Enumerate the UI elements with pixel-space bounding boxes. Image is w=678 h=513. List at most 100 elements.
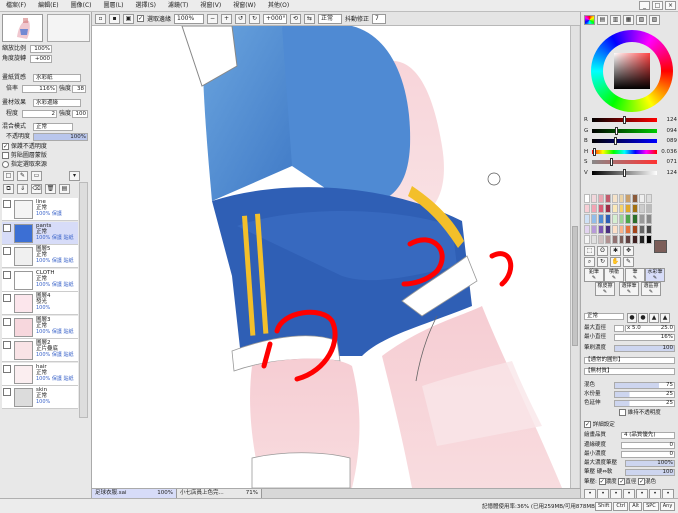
eye-icon[interactable] bbox=[3, 247, 11, 255]
swatch[interactable] bbox=[597, 224, 604, 234]
swatch[interactable] bbox=[618, 234, 625, 244]
rotate-tool-icon[interactable]: ↻ bbox=[597, 257, 608, 267]
opt-selection-source[interactable]: 指定選取來源 bbox=[2, 160, 47, 169]
layer-row[interactable]: 圖層4 發光 100% bbox=[2, 292, 78, 315]
zoom-tool-icon[interactable]: ⌕ bbox=[584, 257, 595, 267]
swatch[interactable] bbox=[590, 194, 597, 204]
nav-zoom-value[interactable]: 100% bbox=[30, 45, 52, 53]
tool-6[interactable]: 選區擦 ✎ bbox=[641, 282, 661, 296]
menu-item-3[interactable]: 圖層(L) bbox=[98, 0, 130, 12]
color-swatches[interactable] bbox=[584, 194, 652, 244]
swatch[interactable] bbox=[625, 224, 632, 234]
navigator-preview[interactable] bbox=[2, 14, 43, 42]
color-slider-r[interactable]: R 124 bbox=[583, 116, 677, 124]
max-pressure-slider[interactable]: 100% bbox=[625, 460, 675, 467]
hsv-toggle[interactable]: ▥ bbox=[610, 15, 621, 25]
brush-shape-2[interactable]: ● bbox=[638, 313, 648, 323]
swatch[interactable] bbox=[646, 194, 652, 204]
sv-square[interactable] bbox=[614, 53, 650, 89]
eye-icon[interactable] bbox=[3, 200, 11, 208]
density-slider[interactable]: 100 bbox=[614, 345, 675, 352]
swatch[interactable] bbox=[604, 204, 611, 214]
max-size-lock[interactable] bbox=[614, 325, 624, 332]
slider-track[interactable] bbox=[592, 126, 657, 135]
rotate-right-button[interactable]: ↻ bbox=[249, 13, 261, 24]
detail-checkbox[interactable]: ✓ bbox=[584, 421, 591, 428]
swatch[interactable] bbox=[597, 234, 604, 244]
swatch[interactable] bbox=[632, 214, 639, 224]
layer-row[interactable]: pants 正常 100% 保護 貼紙 bbox=[2, 221, 78, 245]
min-size-slider[interactable]: 16% bbox=[614, 334, 675, 341]
eye-icon[interactable] bbox=[3, 270, 11, 279]
current-color-swatch[interactable] bbox=[654, 240, 667, 253]
document-tab[interactable]: 小七店員上色完... 71% bbox=[177, 489, 262, 498]
layer-row[interactable]: hair 正常 100% 保護 貼紙 bbox=[2, 362, 78, 386]
min-density-slider[interactable]: 0 bbox=[621, 451, 675, 458]
swatch[interactable] bbox=[639, 234, 646, 244]
eye-icon[interactable] bbox=[3, 364, 11, 373]
menu-item-5[interactable]: 濾鏡(T) bbox=[162, 0, 194, 12]
layer-row[interactable]: skin 正常 100% bbox=[2, 386, 78, 409]
tool-1[interactable]: 噴槍 ✎ bbox=[604, 268, 624, 282]
new-folder-button[interactable]: ▭ bbox=[31, 171, 42, 181]
swatch[interactable] bbox=[646, 234, 652, 244]
slider-thumb[interactable] bbox=[622, 116, 626, 124]
menu-item-7[interactable]: 視窗(W) bbox=[227, 0, 262, 12]
delete-layer-button[interactable]: 🗑 bbox=[45, 184, 56, 194]
eye-icon[interactable] bbox=[3, 341, 11, 349]
opt-protect-opacity[interactable]: ✓ 保護不透明度 bbox=[2, 142, 47, 151]
swatch[interactable] bbox=[618, 194, 625, 204]
move-tool-icon[interactable]: ✥ bbox=[623, 246, 634, 256]
brush-texture-select[interactable]: 【無材質】 bbox=[584, 368, 675, 375]
effect-degree-value[interactable]: 2 bbox=[22, 110, 57, 118]
slider-track[interactable] bbox=[592, 158, 657, 166]
swatch[interactable] bbox=[590, 204, 597, 214]
slider-thumb[interactable] bbox=[615, 126, 619, 135]
menu-item-6[interactable]: 視窗(V) bbox=[194, 0, 227, 12]
slider-track[interactable] bbox=[592, 147, 657, 156]
water-slider[interactable]: 25 bbox=[614, 391, 675, 398]
swatch[interactable] bbox=[639, 204, 646, 214]
tool-0[interactable]: 鉛筆 ✎ bbox=[584, 268, 604, 282]
stretch-slider[interactable]: 25 bbox=[614, 400, 675, 407]
swatch[interactable] bbox=[639, 224, 646, 234]
new-linework-button[interactable]: ✎ bbox=[17, 171, 28, 181]
slider-track[interactable] bbox=[592, 137, 657, 145]
slider-thumb[interactable] bbox=[593, 147, 597, 156]
swatch[interactable] bbox=[632, 224, 639, 234]
effect-strength-value[interactable]: 100 bbox=[72, 110, 88, 118]
swatch[interactable] bbox=[590, 234, 597, 244]
brush-shape-3[interactable]: ▲ bbox=[649, 313, 659, 323]
rgb-toggle[interactable]: ▤ bbox=[597, 15, 608, 25]
protect-opacity-checkbox[interactable]: ✓ bbox=[2, 143, 9, 150]
swatch[interactable] bbox=[584, 194, 590, 204]
select-all-button[interactable]: ▫ bbox=[95, 13, 106, 24]
menu-item-2[interactable]: 圖像(C) bbox=[65, 0, 98, 12]
tool-3[interactable]: 水彩筆 ✎ bbox=[645, 268, 665, 282]
layer-row[interactable]: 圖層3 正常 100% 保護 貼紙 bbox=[2, 315, 78, 339]
tool-5[interactable]: 選擇筆 ✎ bbox=[619, 282, 639, 296]
flip-button[interactable]: ⇆ bbox=[304, 13, 316, 24]
slider-thumb[interactable] bbox=[609, 158, 613, 166]
mixer-toggle[interactable]: ▧ bbox=[636, 15, 647, 25]
tool-2[interactable]: 筆 ✎ bbox=[625, 268, 645, 282]
pressure-density-checkbox[interactable]: ✓ bbox=[598, 478, 606, 485]
swatch[interactable] bbox=[611, 214, 618, 224]
paper-scale-value[interactable]: 116% bbox=[22, 85, 57, 93]
brush-shape-4[interactable]: ▲ bbox=[660, 313, 670, 323]
merge-down-button[interactable]: ⇓ bbox=[17, 184, 28, 194]
color-slider-v[interactable]: V 124 bbox=[583, 168, 677, 177]
brush-shape-select[interactable]: 【通常的圓形】 bbox=[584, 357, 675, 364]
scratchpad-toggle[interactable]: ▨ bbox=[649, 15, 660, 25]
swatch[interactable] bbox=[632, 234, 639, 244]
swatch[interactable] bbox=[604, 234, 611, 244]
swatch[interactable] bbox=[646, 224, 652, 234]
tool-4[interactable]: 橡皮擦 ✎ bbox=[595, 282, 615, 296]
zoom-out-button[interactable]: − bbox=[207, 13, 219, 24]
layer-row[interactable]: line 正常 100% 保護 bbox=[2, 198, 78, 221]
canvas-vscroll-thumb[interactable] bbox=[572, 226, 578, 346]
opt-clipping[interactable]: 剪貼圖層蒙版 bbox=[2, 151, 47, 160]
swatch[interactable] bbox=[646, 214, 652, 224]
select-edge-checkbox[interactable]: ✓ bbox=[137, 15, 144, 22]
view-mode-select[interactable]: 正常 bbox=[318, 13, 343, 24]
